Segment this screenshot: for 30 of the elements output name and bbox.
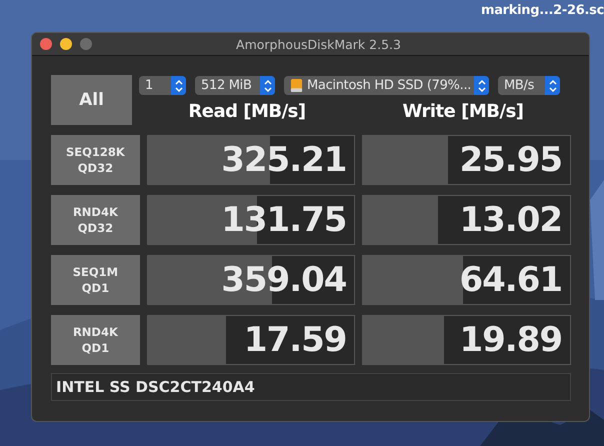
read-value: 325.21 (221, 140, 348, 180)
test-label[interactable]: SEQ1M QD1 (51, 255, 140, 305)
zoom-button[interactable] (80, 38, 92, 50)
read-value: 359.04 (221, 260, 348, 300)
column-header: Read [MB/s] (187, 101, 307, 122)
all-button[interactable]: All (51, 75, 132, 125)
test-label[interactable]: RND4K QD1 (51, 315, 140, 365)
write-value: 25.95 (459, 140, 564, 180)
drive-icon (290, 78, 303, 93)
dropdown[interactable]: Macintosh HD SSD (79%... (284, 76, 489, 95)
chevron-icon (476, 78, 486, 94)
chevron-icon (262, 78, 272, 94)
read-value: 17.59 (244, 320, 348, 360)
close-button[interactable] (40, 38, 52, 50)
dropdown[interactable]: MB/s (498, 76, 560, 95)
dropdown[interactable]: 1 (139, 76, 186, 95)
chevron-icon (174, 78, 184, 94)
write-value: 19.89 (459, 320, 564, 360)
minimize-button[interactable] (60, 38, 72, 50)
column-header: Write [MB/s] (401, 101, 525, 122)
window-title: AmorphousDiskMark 2.5.3 (235, 36, 402, 52)
desktop-file-label[interactable]: marking...2-26.sc (480, 3, 604, 18)
test-label[interactable]: RND4K QD32 (51, 195, 140, 245)
chevron-icon (548, 78, 558, 94)
test-label[interactable]: SEQ128K QD32 (51, 135, 140, 185)
dropdown[interactable]: 512 MiB (195, 76, 275, 95)
write-value: 13.02 (459, 200, 564, 240)
drive-model-field: INTEL SS DSC2CT240A4 (51, 373, 571, 401)
read-value: 131.75 (221, 200, 348, 240)
write-value: 64.61 (459, 260, 564, 300)
